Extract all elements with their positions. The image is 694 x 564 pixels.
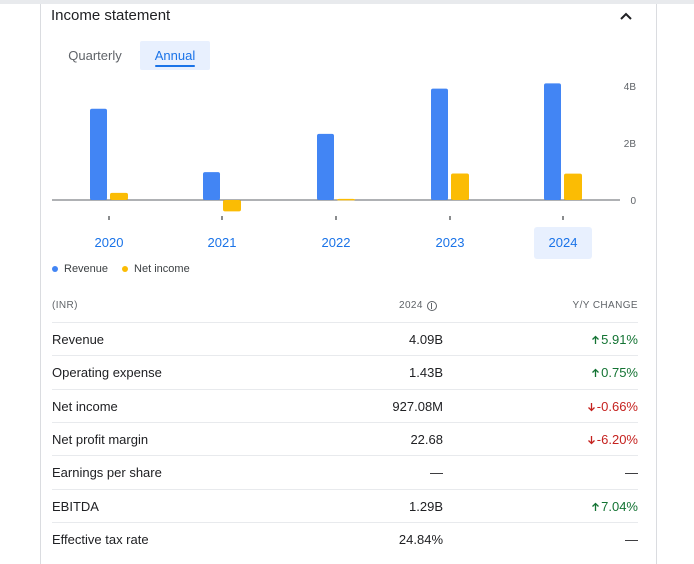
row-label: Earnings per share [52, 465, 162, 480]
revenue-bar [431, 88, 448, 200]
row-value: 927.08M [392, 399, 443, 414]
row-value: 1.43B [409, 365, 443, 380]
arrow-down-icon [587, 432, 597, 447]
revenue-bar [544, 83, 561, 200]
table-row: Revenue 4.09B 5.91% [52, 322, 638, 356]
arrow-down-icon [587, 399, 597, 414]
y-tick-label: 2B [624, 139, 637, 150]
arrow-up-icon [591, 365, 601, 380]
legend-item-revenue: Revenue [52, 263, 108, 275]
row-change-value: 7.04% [601, 499, 638, 514]
row-change-value: -6.20% [596, 432, 638, 447]
row-change: -0.66% [587, 399, 638, 414]
legend-item-net-income: Net income [122, 263, 190, 275]
row-change: 7.04% [591, 499, 638, 514]
x-tick-label[interactable]: 2022 [322, 235, 351, 250]
revenue-bar [90, 108, 107, 200]
row-change: — [625, 532, 638, 547]
net-income-bar [110, 192, 128, 200]
net-income-bar [337, 198, 355, 201]
table-header: (INR) 2024 Y/Y CHANGE [52, 300, 638, 314]
arrow-up-icon [591, 332, 601, 347]
y-tick-label: 4B [624, 82, 637, 93]
net-income-dot-icon [122, 266, 129, 272]
income-chart: 4B 2B 0 2020 2021 2022 2023 2024 [52, 82, 637, 259]
row-label: Effective tax rate [52, 532, 149, 547]
row-value: 4.09B [409, 332, 443, 347]
revenue-bar [317, 133, 334, 200]
chart-legend: Revenue Net income [52, 263, 190, 275]
row-label: Net profit margin [52, 432, 149, 447]
x-tick-label[interactable]: 2021 [208, 235, 237, 250]
table-row: Effective tax rate 24.84% — [52, 522, 638, 556]
change-header: Y/Y CHANGE [572, 300, 638, 311]
row-change-value: — [625, 465, 638, 480]
row-label: Net income [52, 399, 118, 414]
year-header-label: 2024 [399, 300, 423, 311]
table-row: Net income 927.08M -0.66% [52, 389, 638, 423]
table-row: EBITDA 1.29B 7.04% [52, 489, 638, 523]
x-tick-label[interactable]: 2023 [436, 235, 465, 250]
revenue-dot-icon [52, 266, 58, 272]
row-label: Operating expense [52, 365, 162, 380]
row-value: — [430, 465, 443, 480]
row-change: -6.20% [587, 432, 638, 447]
row-change: — [625, 465, 638, 480]
row-value: 22.68 [410, 432, 443, 447]
x-tick-label[interactable]: 2020 [95, 235, 124, 250]
net-income-bar [223, 200, 241, 212]
table-row: Net profit margin 22.68 -6.20% [52, 422, 638, 456]
net-income-bar [451, 173, 469, 200]
row-change: 5.91% [591, 332, 638, 347]
row-change-value: 5.91% [601, 332, 638, 347]
table-row: Earnings per share — — [52, 455, 638, 489]
row-label: EBITDA [52, 499, 99, 514]
row-value: 24.84% [398, 532, 443, 547]
year-header: 2024 [399, 300, 437, 311]
info-icon[interactable] [426, 300, 437, 311]
x-tick-label[interactable]: 2024 [549, 235, 578, 250]
net-income-bar [564, 173, 582, 200]
legend-label-net-income: Net income [134, 263, 190, 275]
row-change-value: — [625, 532, 638, 547]
revenue-bar [203, 172, 220, 200]
row-change-value: 0.75% [601, 365, 638, 380]
row-change-value: -0.66% [596, 399, 638, 414]
row-label: Revenue [52, 332, 105, 347]
table-row: Operating expense 1.43B 0.75% [52, 355, 638, 389]
row-value: 1.29B [409, 499, 443, 514]
legend-label-revenue: Revenue [64, 263, 109, 275]
currency-header: (INR) [52, 300, 78, 311]
row-change: 0.75% [591, 365, 638, 380]
arrow-up-icon [591, 499, 601, 514]
y-tick-label: 0 [630, 196, 636, 207]
